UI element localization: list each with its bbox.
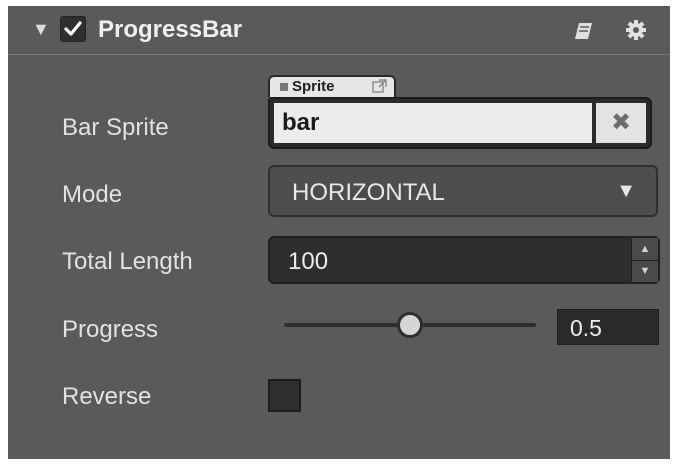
mode-dropdown[interactable]: HORIZONTAL ▼ bbox=[268, 165, 658, 217]
component-enabled-checkbox[interactable] bbox=[60, 16, 86, 42]
checkmark-icon bbox=[64, 21, 82, 36]
sprite-asset-type-tag: Sprite bbox=[268, 75, 396, 97]
total-length-stepper[interactable]: ▲ ▼ bbox=[631, 238, 658, 282]
chevron-down-icon: ▼ bbox=[616, 180, 636, 202]
mode-label: Mode bbox=[62, 181, 123, 208]
progress-label: Progress bbox=[62, 316, 159, 343]
bar-sprite-field[interactable]: bar ✖ bbox=[268, 97, 652, 149]
stepper-up-icon[interactable]: ▲ bbox=[632, 238, 658, 261]
clear-sprite-button[interactable]: ✖ bbox=[596, 103, 646, 143]
bar-sprite-value[interactable]: bar bbox=[274, 103, 592, 143]
total-length-input[interactable]: 100 ▲ ▼ bbox=[268, 236, 660, 284]
progressbar-inspector-panel: ▼ ProgressBar Bar Sprite Sprite bar ✖ Mo… bbox=[8, 6, 670, 459]
total-length-value[interactable]: 100 bbox=[288, 248, 328, 276]
component-header[interactable]: ▼ ProgressBar bbox=[8, 6, 670, 55]
stepper-down-icon[interactable]: ▼ bbox=[632, 260, 658, 282]
book-icon[interactable] bbox=[573, 21, 595, 46]
total-length-label: Total Length bbox=[62, 248, 193, 275]
collapse-arrow-icon[interactable]: ▼ bbox=[32, 20, 50, 38]
gear-icon[interactable] bbox=[625, 19, 647, 46]
component-title: ProgressBar bbox=[98, 16, 243, 43]
progress-slider-handle[interactable] bbox=[397, 312, 423, 338]
progress-input[interactable]: 0.5 bbox=[557, 309, 659, 345]
progress-value[interactable]: 0.5 bbox=[570, 315, 602, 342]
reverse-label: Reverse bbox=[62, 383, 152, 410]
sprite-type-icon bbox=[280, 83, 288, 91]
asset-type-label: Sprite bbox=[292, 78, 335, 95]
bar-sprite-label: Bar Sprite bbox=[62, 114, 169, 141]
reverse-checkbox[interactable] bbox=[268, 379, 301, 412]
external-link-icon[interactable] bbox=[372, 79, 388, 97]
mode-selected-value: HORIZONTAL bbox=[292, 179, 445, 206]
